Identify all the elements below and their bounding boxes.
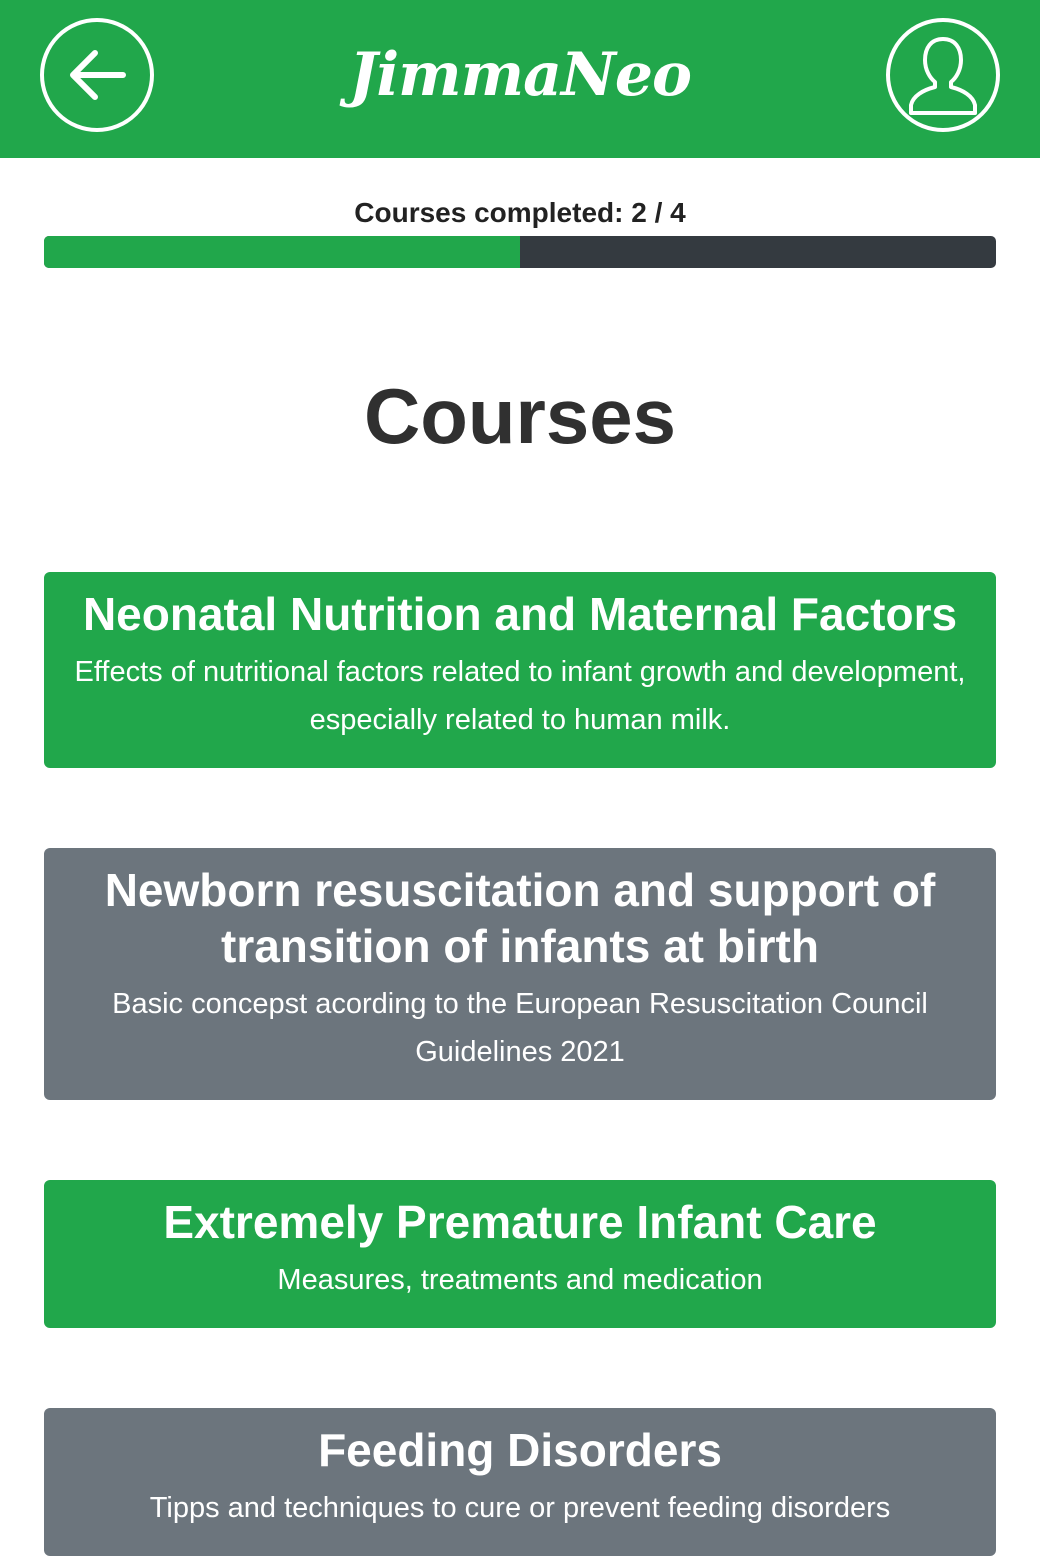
course-description: Effects of nutritional factors related t… [74,656,966,736]
progress-label: Courses completed: 2 / 4 [354,197,686,228]
progress-bar-fill [44,236,520,268]
course-card-newborn-resuscitation[interactable]: Newborn resuscitation and support of tra… [44,848,996,1100]
user-icon [909,37,977,115]
app-header: JimmaNeo [0,0,1040,158]
course-title: Feeding Disorders [318,1424,722,1476]
course-title: Extremely Premature Infant Care [163,1196,877,1248]
course-description: Measures, treatments and medication [277,1264,763,1296]
course-description: Tipps and techniques to cure or prevent … [149,1492,891,1524]
profile-button[interactable] [886,18,1000,132]
course-title: Newborn resuscitation and support of tra… [104,864,936,972]
app-logo: JimmaNeo [348,40,692,110]
page-title: Courses [363,372,677,460]
course-title: Neonatal Nutrition and Maternal Factors [82,588,958,640]
course-card-neonatal-nutrition[interactable]: Neonatal Nutrition and Maternal Factors … [44,572,996,768]
course-card-feeding-disorders[interactable]: Feeding Disorders Tipps and techniques t… [44,1408,996,1556]
course-description: Basic concepst acording to the European … [112,988,928,1068]
course-card-premature-infant-care[interactable]: Extremely Premature Infant Care Measures… [44,1180,996,1328]
progress-bar [44,236,996,268]
